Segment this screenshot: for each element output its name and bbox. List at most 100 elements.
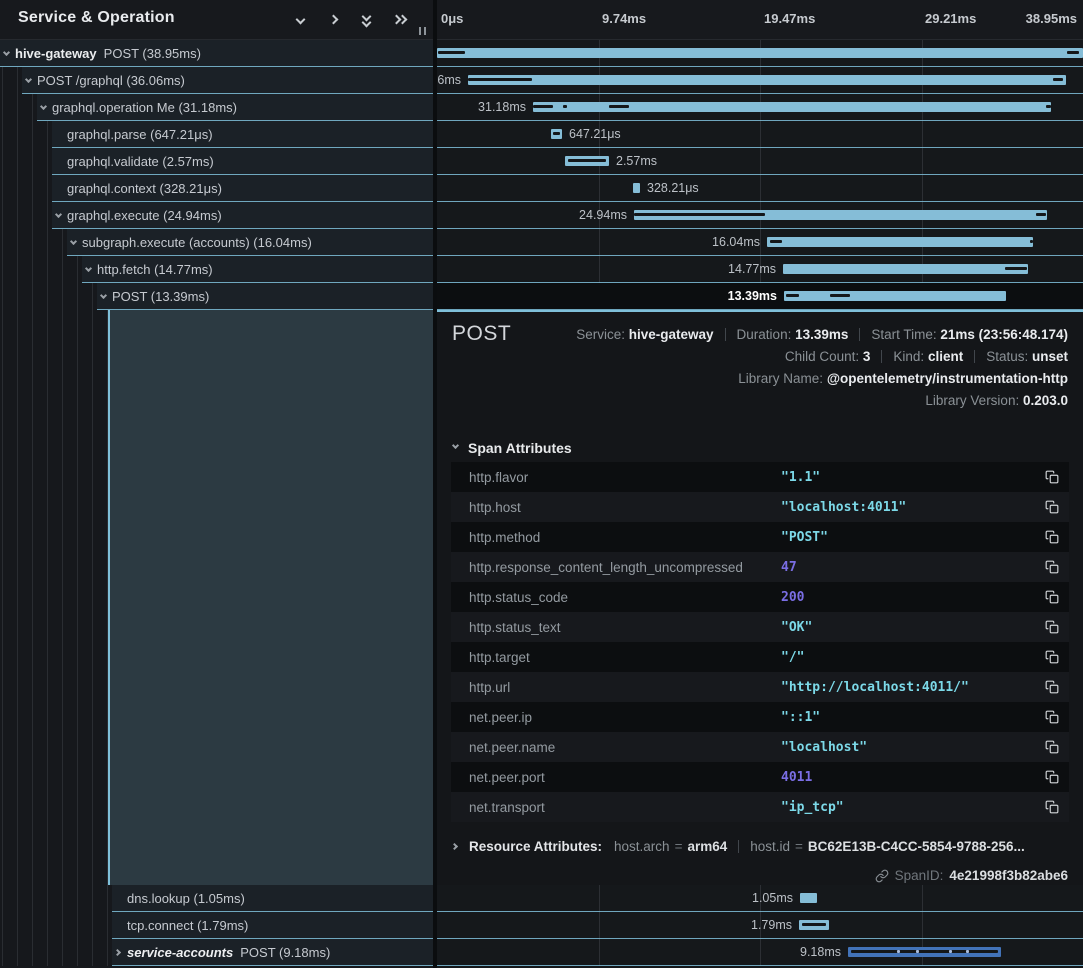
span-duration-bar[interactable]: [468, 75, 1066, 85]
span-row[interactable]: http.fetch (14.77ms): [0, 256, 433, 283]
span-row[interactable]: hive-gatewayPOST (38.95ms): [0, 40, 433, 67]
service-name: service-accounts: [127, 945, 233, 960]
span-timeline-row[interactable]: 16.04ms: [437, 229, 1083, 256]
span-row[interactable]: graphql.execute (24.94ms): [0, 202, 433, 229]
link-icon[interactable]: [875, 869, 889, 883]
attribute-value: "POST": [781, 530, 828, 545]
copy-icon[interactable]: [1045, 560, 1059, 574]
span-attributes-toggle[interactable]: Span Attributes: [452, 440, 572, 456]
span-row-content: tcp.connect (1.79ms): [112, 912, 433, 939]
copy-icon[interactable]: [1045, 680, 1059, 694]
self-time-segment: [533, 105, 553, 108]
chevron-down-icon[interactable]: [70, 238, 79, 247]
span-duration-label: 2.57ms: [616, 154, 657, 168]
span-duration-bar[interactable]: [784, 291, 1006, 301]
ruler-tick-label: 9.74ms: [602, 11, 646, 26]
span-duration-bar[interactable]: [767, 237, 1033, 247]
span-row[interactable]: tcp.connect (1.79ms): [0, 912, 433, 939]
timeline-ruler: 0μs9.74ms19.47ms29.21ms38.95ms: [437, 0, 1083, 40]
span-timeline-row[interactable]: 13.39ms: [437, 283, 1083, 310]
expand-one-icon[interactable]: [327, 13, 341, 27]
bar-dot: [949, 950, 952, 953]
span-duration-bar[interactable]: [437, 48, 1083, 58]
copy-icon[interactable]: [1045, 800, 1059, 814]
span-timeline-row[interactable]: 2.57ms: [437, 148, 1083, 175]
copy-icon[interactable]: [1045, 650, 1059, 664]
attribute-value: "/": [781, 650, 804, 665]
span-row-content: graphql.parse (647.21μs): [52, 121, 433, 148]
copy-icon[interactable]: [1045, 710, 1059, 724]
span-duration-bar[interactable]: [799, 920, 829, 930]
column-resize-handle[interactable]: [418, 26, 428, 36]
resource-equals: =: [675, 839, 683, 854]
copy-icon[interactable]: [1045, 770, 1059, 784]
span-timeline-row[interactable]: 36.06ms: [437, 67, 1083, 94]
self-time-segment: [1046, 105, 1051, 108]
span-row-content: POST (13.39ms): [97, 283, 433, 310]
copy-icon[interactable]: [1045, 740, 1059, 754]
span-timeline-row[interactable]: 647.21μs: [437, 121, 1083, 148]
resource-attributes-row[interactable]: Resource Attributes: host.arch=arm64host…: [452, 839, 1025, 854]
span-duration-bar[interactable]: [633, 183, 640, 193]
span-timeline-row[interactable]: 1.79ms: [437, 912, 1083, 939]
chevron-down-icon[interactable]: [55, 211, 64, 220]
span-timeline-row[interactable]: 14.77ms: [437, 256, 1083, 283]
attribute-value: "OK": [781, 620, 812, 635]
chevron-down-icon[interactable]: [100, 292, 109, 301]
span-duration-label: 647.21μs: [569, 127, 621, 141]
span-timeline-row[interactable]: 24.94ms: [437, 202, 1083, 229]
span-row[interactable]: POST (13.39ms): [0, 283, 433, 310]
span-duration-label: 1.79ms: [751, 918, 792, 932]
self-time-segment: [786, 294, 799, 297]
span-duration-bar[interactable]: [634, 210, 1047, 220]
chevron-down-icon[interactable]: [25, 76, 34, 85]
chevron-down-icon[interactable]: [85, 265, 94, 274]
span-row[interactable]: dns.lookup (1.05ms): [0, 885, 433, 912]
attribute-value: 200: [781, 590, 804, 605]
copy-icon[interactable]: [1045, 590, 1059, 604]
attribute-row: net.transport"ip_tcp": [451, 792, 1069, 822]
span-row[interactable]: service-accountsPOST (9.18ms): [0, 939, 433, 966]
self-time-segment: [851, 950, 998, 953]
meta-separator: [974, 350, 975, 363]
operation-name: POST (13.39ms): [112, 289, 209, 304]
span-row[interactable]: POST /graphql (36.06ms): [0, 67, 433, 94]
span-duration-bar[interactable]: [783, 264, 1028, 274]
meta-label: Duration:: [737, 327, 796, 342]
meta-value: unset: [1032, 349, 1068, 364]
resource-key: host.id: [750, 839, 790, 854]
span-row[interactable]: graphql.operation Me (31.18ms): [0, 94, 433, 121]
span-duration-bar[interactable]: [800, 893, 817, 903]
span-row[interactable]: graphql.context (328.21μs): [0, 175, 433, 202]
span-timeline-row[interactable]: 328.21μs: [437, 175, 1083, 202]
copy-icon[interactable]: [1045, 470, 1059, 484]
span-row[interactable]: subgraph.execute (accounts) (16.04ms): [0, 229, 433, 256]
chevron-down-icon[interactable]: [3, 49, 12, 58]
span-timeline-row[interactable]: 9.18ms: [437, 939, 1083, 966]
span-duration-bar[interactable]: [533, 102, 1051, 112]
span-detail-meta-line: Library Name: @opentelemetry/instrumenta…: [576, 371, 1068, 387]
collapse-one-icon[interactable]: [294, 13, 308, 27]
chevron-right-icon[interactable]: [115, 948, 124, 957]
attribute-key: net.peer.port: [469, 770, 545, 785]
selected-span-detail-left-block: [108, 310, 433, 885]
panel-divider[interactable]: [433, 0, 437, 968]
span-timeline-row[interactable]: 31.18ms: [437, 94, 1083, 121]
span-duration-bar[interactable]: [848, 947, 1001, 957]
span-timeline-row[interactable]: [437, 40, 1083, 67]
ruler-tick-label: 19.47ms: [764, 11, 815, 26]
collapse-all-icon[interactable]: [360, 13, 374, 27]
expand-all-icon[interactable]: [393, 13, 407, 27]
timeline-panel: 0μs9.74ms19.47ms29.21ms38.95ms 36.06ms31…: [437, 0, 1083, 968]
span-row[interactable]: graphql.validate (2.57ms): [0, 148, 433, 175]
chevron-down-icon[interactable]: [40, 103, 49, 112]
span-timeline-row[interactable]: 1.05ms: [437, 885, 1083, 912]
copy-icon[interactable]: [1045, 620, 1059, 634]
copy-icon[interactable]: [1045, 530, 1059, 544]
service-name: hive-gateway: [15, 46, 97, 61]
span-duration-bar[interactable]: [565, 156, 609, 166]
meta-value: 13.39ms: [795, 327, 848, 342]
copy-icon[interactable]: [1045, 500, 1059, 514]
span-row[interactable]: graphql.parse (647.21μs): [0, 121, 433, 148]
span-duration-bar[interactable]: [551, 129, 562, 139]
